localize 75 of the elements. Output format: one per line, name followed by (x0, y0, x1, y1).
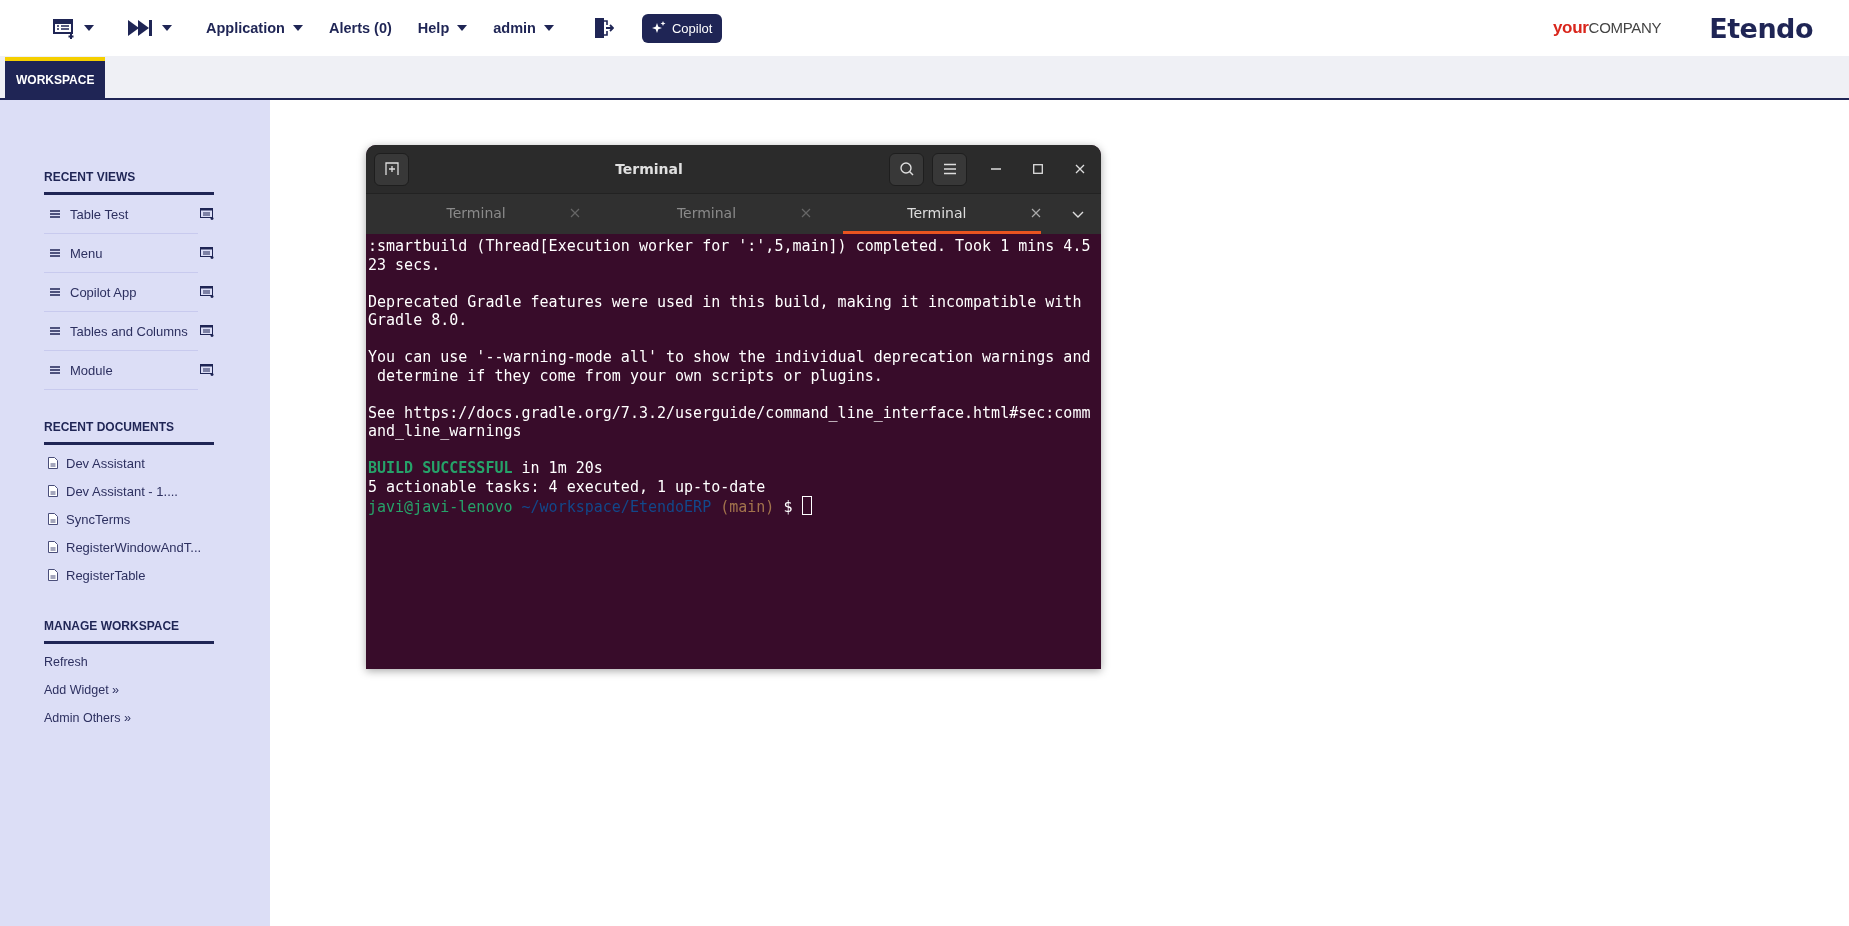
menu-button[interactable]: Application (198, 14, 311, 42)
workspace-link[interactable]: Refresh (44, 648, 88, 676)
new-tab-icon (383, 162, 400, 176)
section-heading: RECENT DOCUMENTS (44, 420, 214, 445)
brand-logo: Etendo (1709, 12, 1813, 44)
recent-view-link[interactable]: Menu (44, 245, 198, 261)
recent-view-link[interactable]: Module (44, 362, 198, 378)
terminal-line: BUILD SUCCESSFUL in 1m 20s (368, 459, 603, 478)
document-icon (48, 513, 58, 525)
recent-document-link[interactable]: Dev Assistant - 1.... (44, 477, 214, 505)
terminal-line: determine if they come from your own scripts or plugins. (376, 366, 883, 385)
window-icon (200, 246, 214, 259)
recent-view-link[interactable]: Table Test (44, 206, 198, 222)
menu-icon (50, 210, 60, 218)
terminal-line: Gradle 8.0. (368, 311, 468, 330)
window-icon (200, 207, 214, 220)
workspace-link[interactable]: Add Widget » (44, 676, 120, 704)
caret-icon (162, 25, 172, 31)
new-tab-button[interactable] (374, 152, 409, 186)
skip-forward-icon (128, 20, 154, 36)
terminal-line: and_line_warnings (368, 422, 522, 441)
terminal-line: Deprecated Gradle features were used in this build, making it incompatible with (368, 292, 1082, 311)
document-icon (48, 541, 58, 553)
minimize-icon (991, 168, 1001, 170)
terminal-line: You can use '--warning-mode all' to show the individual deprecation warnings and (368, 348, 1091, 367)
recent-document-link[interactable]: SyncTerms (44, 505, 214, 533)
menu-icon (50, 366, 60, 374)
text-cursor (801, 496, 812, 515)
terminal-line: :smartbuild (Thread[Execution worker for ':',5,main]) completed. Took 1 mins 4.5 (368, 237, 1091, 256)
window-icon (200, 324, 214, 337)
caret-icon (84, 25, 94, 31)
window-icon (200, 363, 214, 376)
workspace-link[interactable]: Admin Others » (44, 704, 131, 732)
recent-view-link[interactable]: Copilot App (44, 284, 198, 300)
terminal-tab[interactable]: Terminal (612, 194, 811, 234)
list-window-icon (52, 17, 76, 39)
search-button[interactable] (889, 152, 924, 186)
window-title: Terminal (614, 161, 684, 177)
recent-document-link[interactable]: RegisterWindowAndT... (44, 533, 214, 561)
menu-icon (50, 327, 60, 335)
terminal-line: javi@javi-lenovo ~/workspace/EtendoERP (main) $ (368, 496, 812, 515)
maximize-icon (1033, 164, 1043, 174)
company-logo: yourCOMPANY (1552, 18, 1662, 38)
recent-document-link[interactable]: RegisterTable (44, 561, 214, 589)
recent-view-link[interactable]: Tables and Columns (44, 323, 198, 339)
terminal-line: 5 actionable tasks: 4 executed, 1 up-to-date (368, 477, 766, 496)
search-icon (898, 161, 915, 177)
menu-icon (942, 163, 957, 175)
document-icon (48, 569, 58, 581)
terminal-tab[interactable]: Terminal (382, 194, 581, 234)
document-icon (48, 457, 58, 469)
close-icon[interactable] (1031, 207, 1041, 218)
menu-button[interactable] (932, 152, 967, 186)
terminal-line: 23 secs. (368, 255, 441, 274)
sparkle-icon (651, 21, 666, 35)
terminal-line: See https://docs.gradle.org/7.3.2/userguide/command_line_interface.html#sec:comm (368, 403, 1091, 422)
recent-document-link[interactable]: Dev Assistant (44, 449, 214, 477)
menu-icon (50, 288, 60, 296)
caret-icon (457, 25, 468, 31)
document-icon (48, 485, 58, 497)
menu-button[interactable]: admin (485, 14, 562, 42)
terminal-tab[interactable]: Terminal (842, 194, 1041, 234)
menu-button[interactable]: Help (409, 14, 476, 42)
caret-icon (292, 25, 303, 31)
section-heading: MANAGE WORKSPACE (44, 619, 214, 644)
logout-icon (593, 17, 614, 39)
window-icon (200, 285, 214, 298)
menu-icon (50, 249, 60, 257)
close-icon (1075, 164, 1085, 174)
chevron-down-icon (1072, 210, 1084, 218)
section-heading: RECENT VIEWS (44, 170, 214, 195)
caret-icon (543, 25, 554, 31)
alerts-button[interactable]: Alerts (0) (320, 14, 400, 42)
workspace-tab[interactable]: WORKSPACE (5, 57, 106, 98)
copilot-button[interactable]: Copilot (641, 13, 723, 43)
